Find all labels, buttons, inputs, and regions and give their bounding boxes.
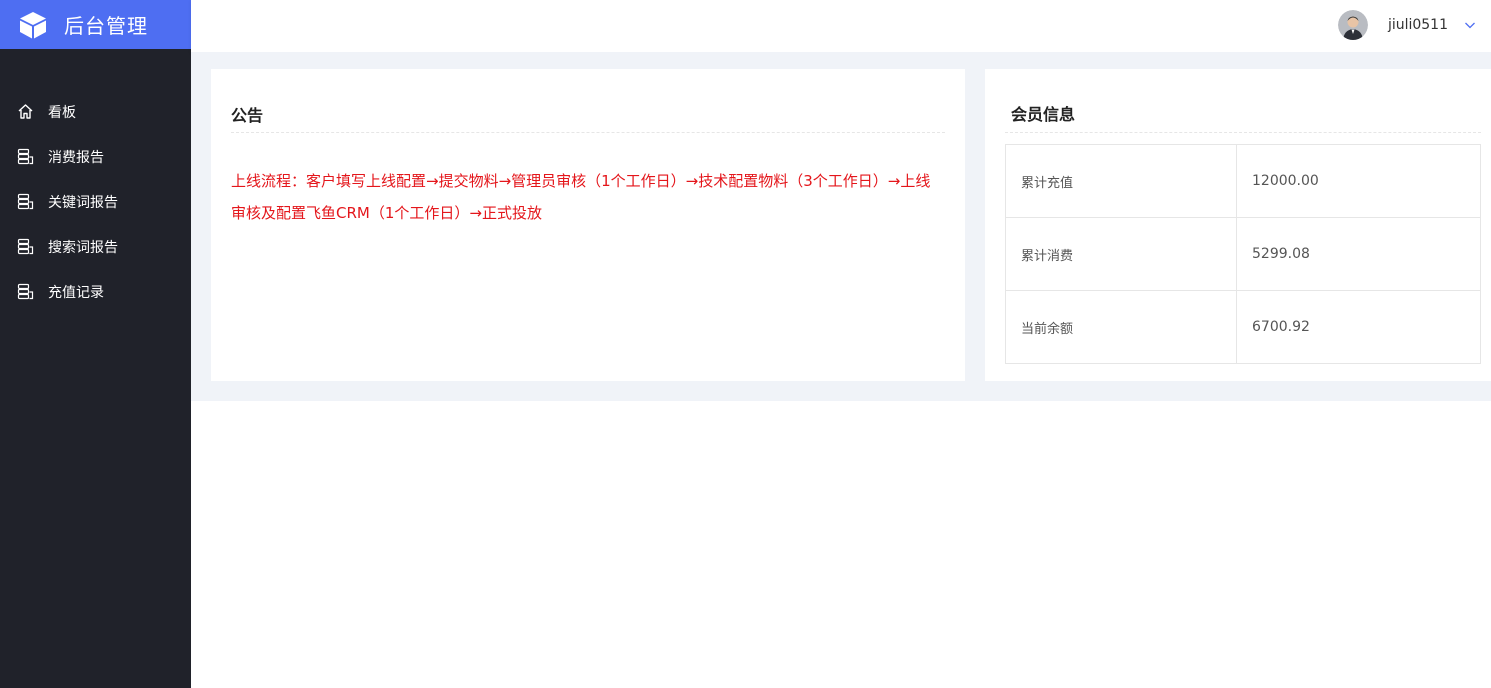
member-info-table: 累计充值 12000.00 累计消费 5299.08 当前余额 6700.92 — [1005, 144, 1481, 364]
logo-bar[interactable]: 后台管理 — [0, 0, 191, 49]
sidebar-item-label: 关键词报告 — [48, 194, 118, 211]
member-info-card: 会员信息 累计充值 12000.00 累计消费 5299.08 当前余额 670… — [985, 69, 1491, 381]
top-header: jiuli0511 — [191, 0, 1491, 52]
main-content: 公告 上线流程：客户填写上线配置→提交物料→管理员审核（1个工作日）→技术配置物… — [191, 52, 1491, 401]
table-row: 累计消费 5299.08 — [1005, 217, 1481, 291]
avatar[interactable] — [1337, 10, 1368, 40]
sidebar-item-recharge-records[interactable]: 充值记录 — [0, 269, 191, 314]
database-icon — [17, 148, 34, 165]
database-icon — [17, 193, 34, 210]
sidebar-item-dashboard[interactable]: 看板 — [0, 89, 191, 134]
database-icon — [17, 283, 34, 300]
notice-card: 公告 上线流程：客户填写上线配置→提交物料→管理员审核（1个工作日）→技术配置物… — [211, 69, 965, 381]
username[interactable]: jiuli0511 — [1388, 17, 1448, 33]
total-recharge-label: 累计充值 — [1005, 144, 1237, 218]
notice-title: 公告 — [231, 106, 264, 125]
home-icon — [17, 103, 34, 120]
sidebar-item-consumption-report[interactable]: 消费报告 — [0, 134, 191, 179]
divider — [1005, 132, 1481, 133]
total-consumption-label: 累计消费 — [1005, 217, 1237, 291]
sidebar-item-search-term-report[interactable]: 搜索词报告 — [0, 224, 191, 269]
sidebar-item-keyword-report[interactable]: 关键词报告 — [0, 179, 191, 224]
total-consumption-value: 5299.08 — [1236, 217, 1481, 291]
notice-text: 上线流程：客户填写上线配置→提交物料→管理员审核（1个工作日）→技术配置物料（3… — [231, 172, 931, 222]
sidebar-menu: 看板 消费报告 关键词报告 搜索词报告 充值记录 — [0, 89, 191, 314]
current-balance-value: 6700.92 — [1236, 290, 1481, 364]
total-recharge-value: 12000.00 — [1236, 144, 1481, 218]
user-menu[interactable]: jiuli0511 — [1337, 9, 1477, 41]
divider — [231, 132, 945, 133]
sidebar-item-label: 看板 — [48, 104, 76, 121]
app-title: 后台管理 — [64, 14, 148, 38]
sidebar: 后台管理 看板 消费报告 关键词报告 搜索词报告 充值记录 — [0, 0, 191, 688]
app-root: 后台管理 看板 消费报告 关键词报告 搜索词报告 充值记录 jiuli0511 … — [0, 0, 1491, 688]
sidebar-item-label: 搜索词报告 — [48, 239, 118, 256]
cube-icon — [18, 10, 48, 40]
table-row: 当前余额 6700.92 — [1005, 290, 1481, 364]
sidebar-item-label: 消费报告 — [48, 149, 104, 166]
table-row: 累计充值 12000.00 — [1005, 144, 1481, 218]
member-info-title: 会员信息 — [1011, 105, 1076, 124]
chevron-down-icon[interactable] — [1463, 18, 1477, 32]
current-balance-label: 当前余额 — [1005, 290, 1237, 364]
database-icon — [17, 238, 34, 255]
sidebar-item-label: 充值记录 — [48, 284, 104, 301]
